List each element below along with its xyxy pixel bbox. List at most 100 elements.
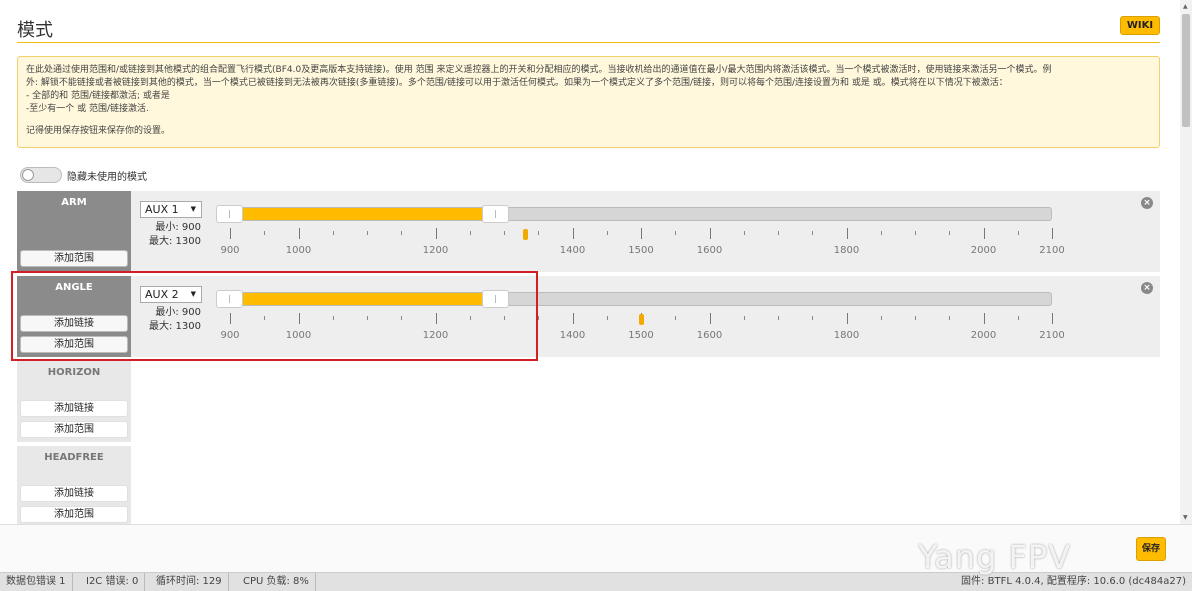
scale-minor-tick xyxy=(504,231,505,235)
mode-horizon: HORIZON 添加链接 添加范围 xyxy=(17,361,1160,442)
scale-minor-tick xyxy=(675,231,677,235)
mode-name: HORIZON xyxy=(47,367,101,378)
scale-minor-tick xyxy=(778,316,779,320)
scale-major-tick xyxy=(846,228,848,239)
note-line-5: 记得使用保存按钮来保存你的设置。 xyxy=(26,126,171,136)
scale-minor-tick xyxy=(538,231,540,235)
mode-headfree-body xyxy=(131,446,1160,524)
scale-minor-tick xyxy=(401,231,403,235)
toggle-knob xyxy=(22,169,34,181)
hide-unused-toggle[interactable] xyxy=(20,167,62,183)
scale-minor-tick xyxy=(1017,231,1019,235)
scale-major-tick xyxy=(709,313,711,324)
range-min-label: 最小: 900 xyxy=(155,222,201,233)
channel-value: AUX 1 xyxy=(145,203,179,216)
highlight-box xyxy=(11,271,538,361)
dropdown-arrow-icon: ▼ xyxy=(190,205,196,213)
mode-arm-side: ARM 添加范围 xyxy=(17,191,131,272)
scale-label: 1500 xyxy=(628,245,654,256)
mode-headfree-side: HEADFREE 添加链接 添加范围 xyxy=(17,446,131,524)
range-slider[interactable] xyxy=(216,205,1052,223)
scale-label: 1800 xyxy=(833,245,860,256)
scale-major-tick xyxy=(641,228,642,239)
scale-minor-tick xyxy=(880,231,882,235)
scale-major-tick xyxy=(1052,313,1053,324)
scale-major-tick xyxy=(435,228,437,239)
add-link-button[interactable]: 添加链接 xyxy=(20,485,128,502)
scale-label: 1200 xyxy=(422,245,449,256)
scale-major-tick xyxy=(572,313,574,324)
note-line-1: 在此处通过使用范围和/或链接到其他模式的组合配置飞行模式(BF4.0及更高版本支… xyxy=(26,65,1052,75)
scale-label: 1800 xyxy=(833,330,860,341)
note-line-4: -至少有一个 或 范围/链接激活. xyxy=(26,104,149,114)
remove-range-icon[interactable]: × xyxy=(1141,282,1153,294)
content-area: 模式 WIKI 在此处通过使用范围和/或链接到其他模式的组合配置飞行模式(BF4… xyxy=(0,0,1180,524)
status-firmware: 固件: BTFL 4.0.4, xyxy=(961,576,1047,587)
note-line-3: - 全部的和 范围/链接都激活; 或者是 xyxy=(26,91,170,101)
scale-minor-tick xyxy=(606,316,608,320)
channel-select[interactable]: AUX 1 ▼ xyxy=(140,201,202,218)
add-link-button[interactable]: 添加链接 xyxy=(20,400,128,417)
range-handle-min[interactable] xyxy=(216,205,243,223)
note-line-2: 外: 解锁不能链接或者被链接到其他的模式，当一个模式已被链接到无法被再次链接(多… xyxy=(26,78,1008,88)
scale-minor-tick xyxy=(469,231,471,235)
mode-name: HEADFREE xyxy=(44,452,104,463)
add-range-button[interactable]: 添加范围 xyxy=(20,421,128,438)
scale-minor-tick xyxy=(367,231,368,235)
hide-unused-row: 隐藏未使用的模式 xyxy=(20,167,147,183)
scale-minor-tick xyxy=(812,231,814,235)
scale-minor-tick xyxy=(332,231,334,235)
mode-horizon-body xyxy=(131,361,1160,442)
modes-page: 模式 WIKI 在此处通过使用范围和/或链接到其他模式的组合配置飞行模式(BF4… xyxy=(0,0,1192,591)
hide-unused-label: 隐藏未使用的模式 xyxy=(67,171,147,183)
scale-label: 900 xyxy=(220,245,240,256)
status-configurator: 配置程序: 10.6.0 (dc484a27) xyxy=(1046,576,1186,587)
mode-horizon-side: HORIZON 添加链接 添加范围 xyxy=(17,361,131,442)
scroll-thumb[interactable] xyxy=(1182,14,1190,127)
scale-major-tick xyxy=(572,228,574,239)
scale-minor-tick xyxy=(778,231,779,235)
scale-minor-tick xyxy=(949,316,951,320)
title-divider xyxy=(17,42,1160,43)
mode-headfree: HEADFREE 添加链接 添加范围 xyxy=(17,446,1160,524)
scale-label: 1400 xyxy=(559,330,586,341)
add-range-button[interactable]: 添加范围 xyxy=(20,506,128,523)
scale-label: 2100 xyxy=(1039,330,1065,341)
channel-position-marker xyxy=(522,229,528,240)
scale-major-tick xyxy=(1052,228,1053,239)
scroll-up-icon[interactable]: ▲ xyxy=(1183,3,1188,10)
scroll-down-icon[interactable]: ▼ xyxy=(1183,514,1188,521)
scale-minor-tick xyxy=(880,316,882,320)
scale-label: 2000 xyxy=(970,330,997,341)
scale-label: 1500 xyxy=(628,330,654,341)
info-note: 在此处通过使用范围和/或链接到其他模式的组合配置飞行模式(BF4.0及更高版本支… xyxy=(17,56,1160,148)
wiki-button[interactable]: WIKI xyxy=(1120,16,1160,35)
add-range-button[interactable]: 添加范围 xyxy=(20,250,128,267)
range-handle-max[interactable] xyxy=(481,205,509,223)
range-max-label: 最大: 1300 xyxy=(149,236,201,247)
range-fill xyxy=(232,208,496,220)
status-cycle-time: 循环时间: 129 xyxy=(150,573,229,591)
scale-major-tick xyxy=(846,313,848,324)
scale-minor-tick xyxy=(606,231,608,235)
scale-major-tick xyxy=(709,228,711,239)
save-button[interactable]: 保存 xyxy=(1136,537,1166,561)
mode-arm-range: AUX 1 ▼ 最小: 900 最大: 1300 × 900 1000 1200 140… xyxy=(131,191,1160,272)
scale-minor-tick xyxy=(743,231,745,235)
remove-range-icon[interactable]: × xyxy=(1141,197,1153,209)
scale-minor-tick xyxy=(812,316,814,320)
scale-minor-tick xyxy=(743,316,745,320)
note-gap xyxy=(26,116,1151,125)
status-cpu-load: CPU 负载: 8% xyxy=(237,573,316,591)
mode-name: ARM xyxy=(61,197,87,208)
scale-minor-tick xyxy=(538,316,540,320)
channel-position-marker xyxy=(639,314,644,325)
scale-label: 2000 xyxy=(970,245,997,256)
scale-minor-tick xyxy=(675,316,677,320)
scale-major-tick xyxy=(298,228,300,239)
scale-label: 1400 xyxy=(559,245,586,256)
mode-arm: ARM 添加范围 AUX 1 ▼ 最小: 900 最大: 1300 × 900 10… xyxy=(17,191,1160,272)
scale-label: 1600 xyxy=(696,245,723,256)
scale-label: 1000 xyxy=(285,245,312,256)
scrollbar[interactable]: ▲ ▼ xyxy=(1180,0,1192,524)
